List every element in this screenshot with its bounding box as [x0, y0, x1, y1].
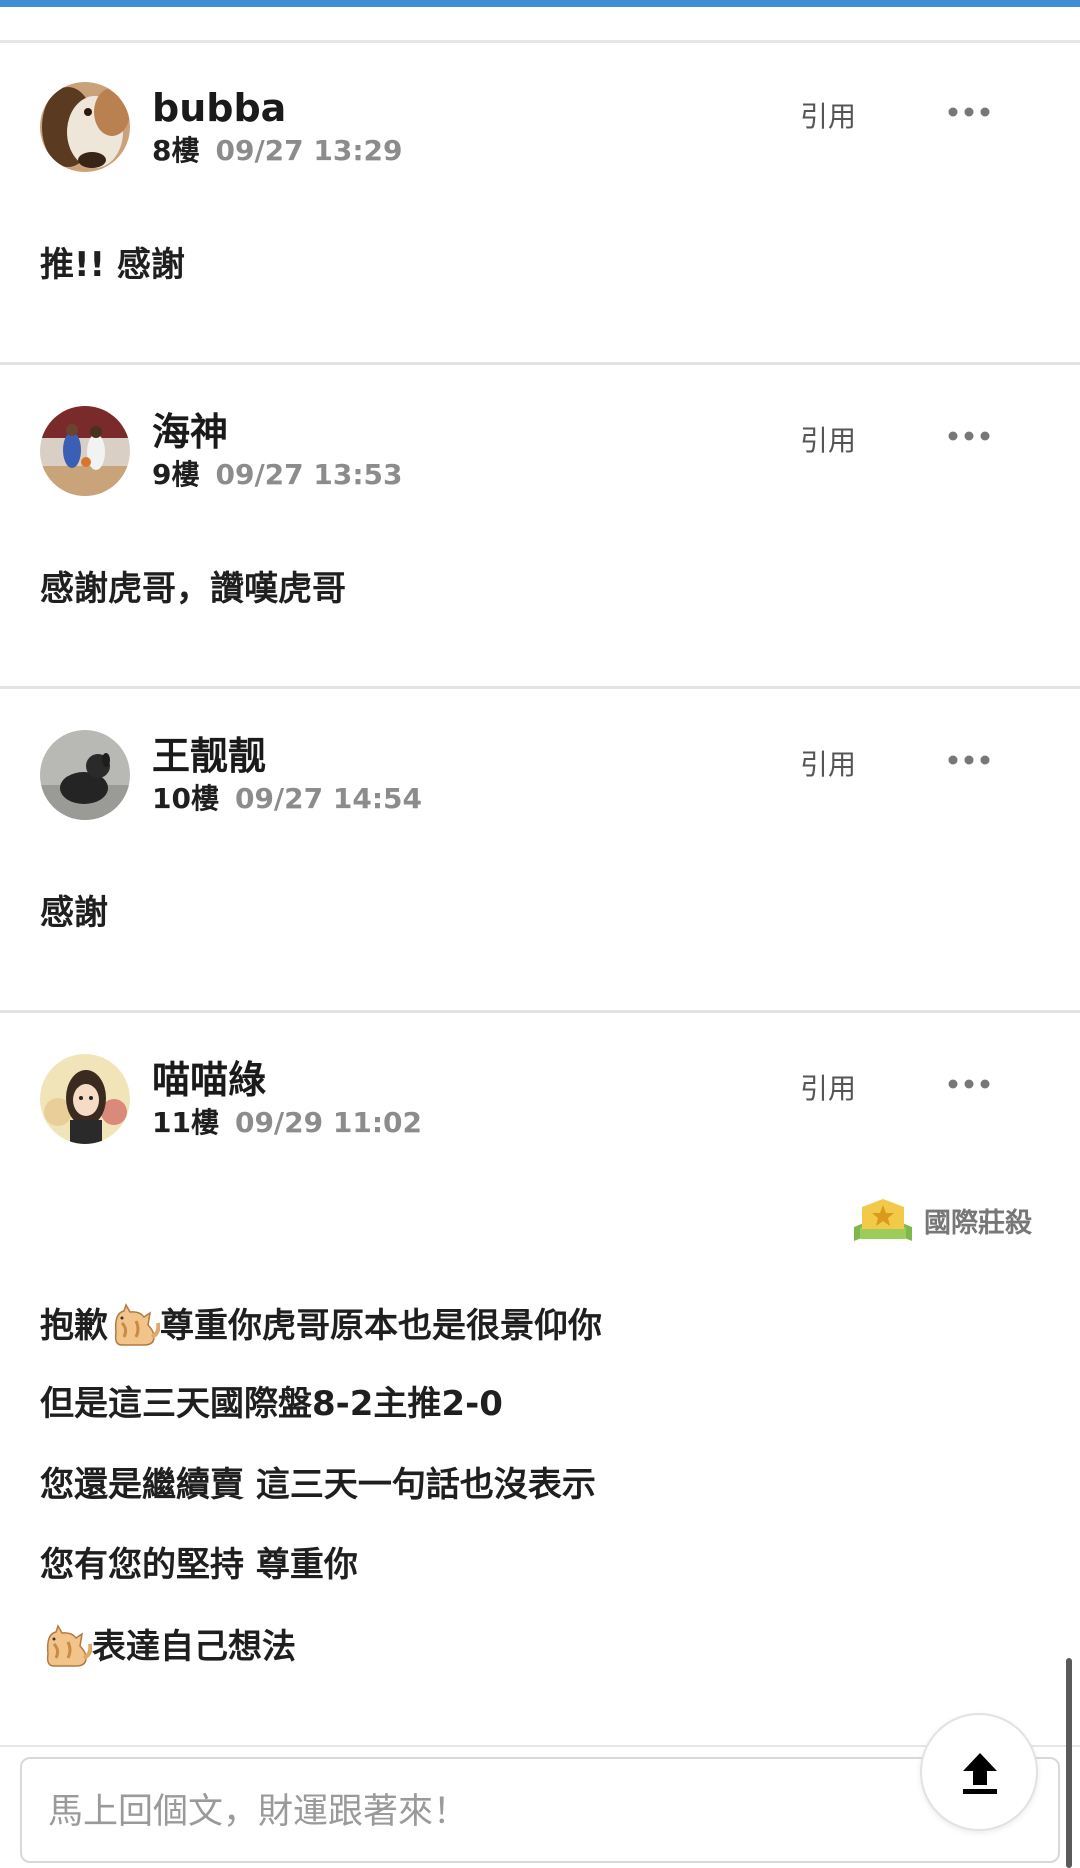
divider [0, 362, 1080, 365]
floor-number: 11樓 [152, 1106, 219, 1139]
floor-number: 8樓 [152, 134, 200, 167]
reply-bar [20, 1757, 1060, 1863]
floor-number: 10樓 [152, 782, 219, 815]
quote-button[interactable]: 引用 [800, 748, 856, 782]
avatar[interactable] [40, 1054, 130, 1144]
avatar[interactable] [40, 730, 130, 820]
post-meta: 8樓 09/27 13:29 [152, 134, 403, 168]
user-badge: 國際莊殺 [852, 1196, 1032, 1244]
cat-icon [114, 1303, 160, 1346]
post-datetime: 09/27 14:54 [234, 782, 422, 815]
username[interactable]: 喵喵綠 [152, 1058, 266, 1102]
line-text: 尊重你虎哥原本也是很景仰你 [160, 1306, 602, 1346]
post-meta: 11樓 09/29 11:02 [152, 1106, 422, 1140]
thread-page: bubba 8樓 09/27 13:29 引用 推!! 感謝 海神 9樓 09/27… [0, 0, 1080, 1868]
divider [0, 686, 1080, 689]
post-datetime: 09/29 11:02 [234, 1106, 422, 1139]
post-body-line: 表達自己想法 [40, 1624, 296, 1670]
more-icon[interactable] [948, 429, 990, 443]
scrollbar[interactable] [1066, 1658, 1072, 1868]
more-icon[interactable] [948, 1077, 990, 1091]
floor-number: 9樓 [152, 458, 200, 491]
top-accent-bar [0, 0, 1080, 7]
post-body-line: 您有您的堅持 尊重你 [40, 1545, 358, 1585]
post-datetime: 09/27 13:53 [215, 458, 403, 491]
upload-arrow-icon [963, 1753, 997, 1794]
scroll-to-top-button[interactable] [920, 1713, 1038, 1831]
divider [0, 1010, 1080, 1013]
username[interactable]: bubba [152, 86, 286, 130]
quote-button[interactable]: 引用 [800, 424, 856, 458]
line-text: 抱歉 [40, 1306, 108, 1346]
post-body-line: 抱歉 尊重你虎哥原本也是很景仰你 [40, 1303, 602, 1349]
more-icon[interactable] [948, 105, 990, 119]
badge-label: 國際莊殺 [924, 1207, 1032, 1239]
post-datetime: 09/27 13:29 [215, 134, 403, 167]
divider [0, 40, 1080, 43]
more-icon[interactable] [948, 753, 990, 767]
post-body-line: 您還是繼續賣 這三天一句話也沒表示 [40, 1465, 596, 1505]
quote-button[interactable]: 引用 [800, 100, 856, 134]
cat-icon [46, 1624, 92, 1667]
username[interactable]: 王靓靓 [152, 734, 266, 778]
post-body: 感謝虎哥，讚嘆虎哥 [40, 569, 346, 609]
star-badge-icon [854, 1199, 912, 1241]
avatar[interactable] [40, 82, 130, 172]
username[interactable]: 海神 [152, 410, 228, 454]
post-meta: 9樓 09/27 13:53 [152, 458, 403, 492]
reply-input[interactable] [46, 1787, 906, 1837]
post-meta: 10樓 09/27 14:54 [152, 782, 422, 816]
post-body-line: 但是這三天國際盤8-2主推2-0 [40, 1384, 503, 1424]
quote-button[interactable]: 引用 [800, 1072, 856, 1106]
post-body: 感謝 [40, 893, 108, 933]
divider [0, 1745, 1080, 1747]
line-text: 表達自己想法 [92, 1627, 296, 1667]
avatar[interactable] [40, 406, 130, 496]
post-body: 推!! 感謝 [40, 245, 185, 285]
